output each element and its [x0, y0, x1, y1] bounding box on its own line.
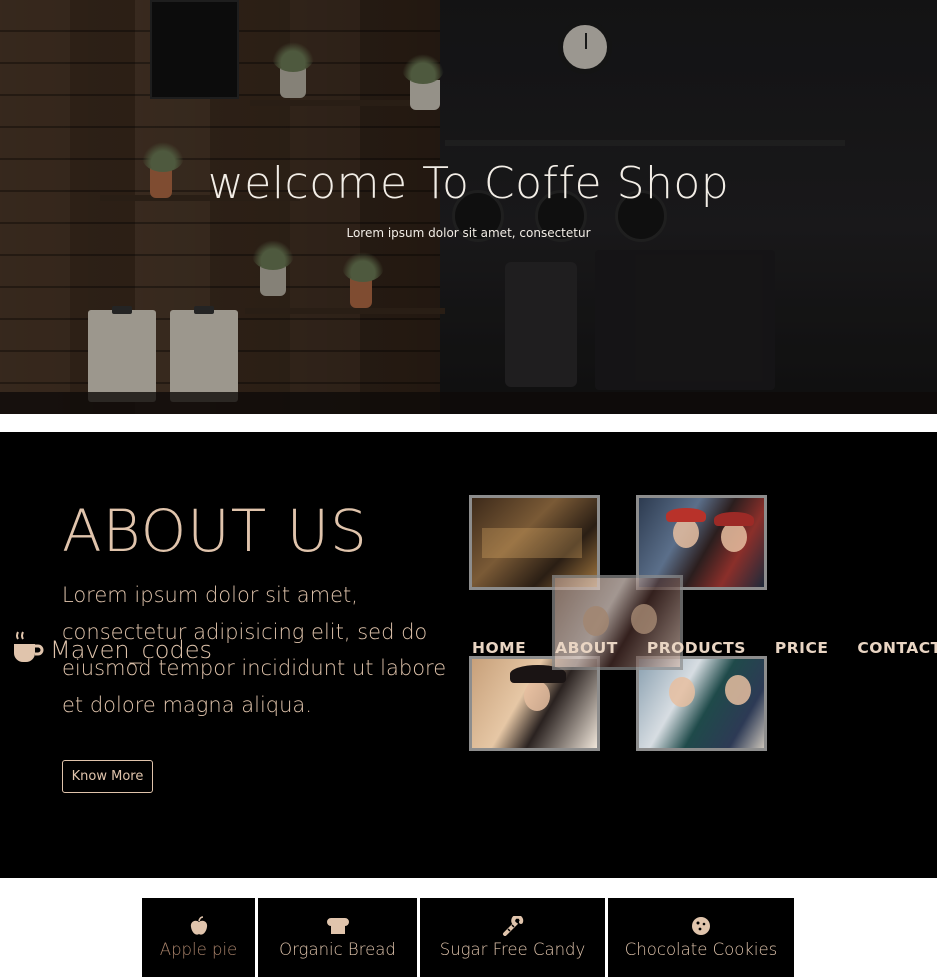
woman-phone-photo [469, 656, 600, 751]
tab-label: Chocolate Cookies [624, 940, 778, 959]
know-more-button[interactable]: Know More [62, 760, 153, 793]
about-title: ABOUT US [62, 497, 368, 565]
nav-home[interactable]: HOME [472, 639, 526, 657]
menu-tabs: Apple pie Organic Bread Sugar Free Candy [142, 898, 794, 977]
cookie-icon [691, 916, 711, 936]
brand-name: Maven_codes [50, 636, 212, 664]
coffee-cup-icon [12, 630, 44, 670]
apple-icon [190, 916, 208, 936]
main-nav: HOME ABOUT PRODUCTS PRICE CONTACT [472, 639, 937, 657]
nav-contact[interactable]: CONTACT [857, 639, 937, 657]
bread-icon [326, 916, 349, 936]
hero-title: welcome To Coffe Shop [207, 158, 730, 209]
candy-cane-icon [502, 916, 524, 936]
nav-products[interactable]: PRODUCTS [647, 639, 746, 657]
tab-organic-bread[interactable]: Organic Bread [258, 898, 417, 977]
brand-logo[interactable]: Maven_codes [12, 630, 212, 670]
tab-label: Sugar Free Candy [439, 940, 586, 959]
tab-apple-pie[interactable]: Apple pie [142, 898, 255, 977]
friends-coffee-photo [636, 656, 767, 751]
tab-sugar-free-candy[interactable]: Sugar Free Candy [420, 898, 605, 977]
tab-label: Organic Bread [279, 940, 396, 959]
hero-subtitle: Lorem ipsum dolor sit amet, consectetur [346, 226, 591, 240]
nav-price[interactable]: PRICE [775, 639, 829, 657]
hero-section: welcome To Coffe Shop Lorem ipsum dolor … [0, 0, 937, 414]
tab-label: Apple pie [159, 940, 238, 959]
nav-about[interactable]: ABOUT [555, 639, 618, 657]
tab-chocolate-cookies[interactable]: Chocolate Cookies [608, 898, 794, 977]
